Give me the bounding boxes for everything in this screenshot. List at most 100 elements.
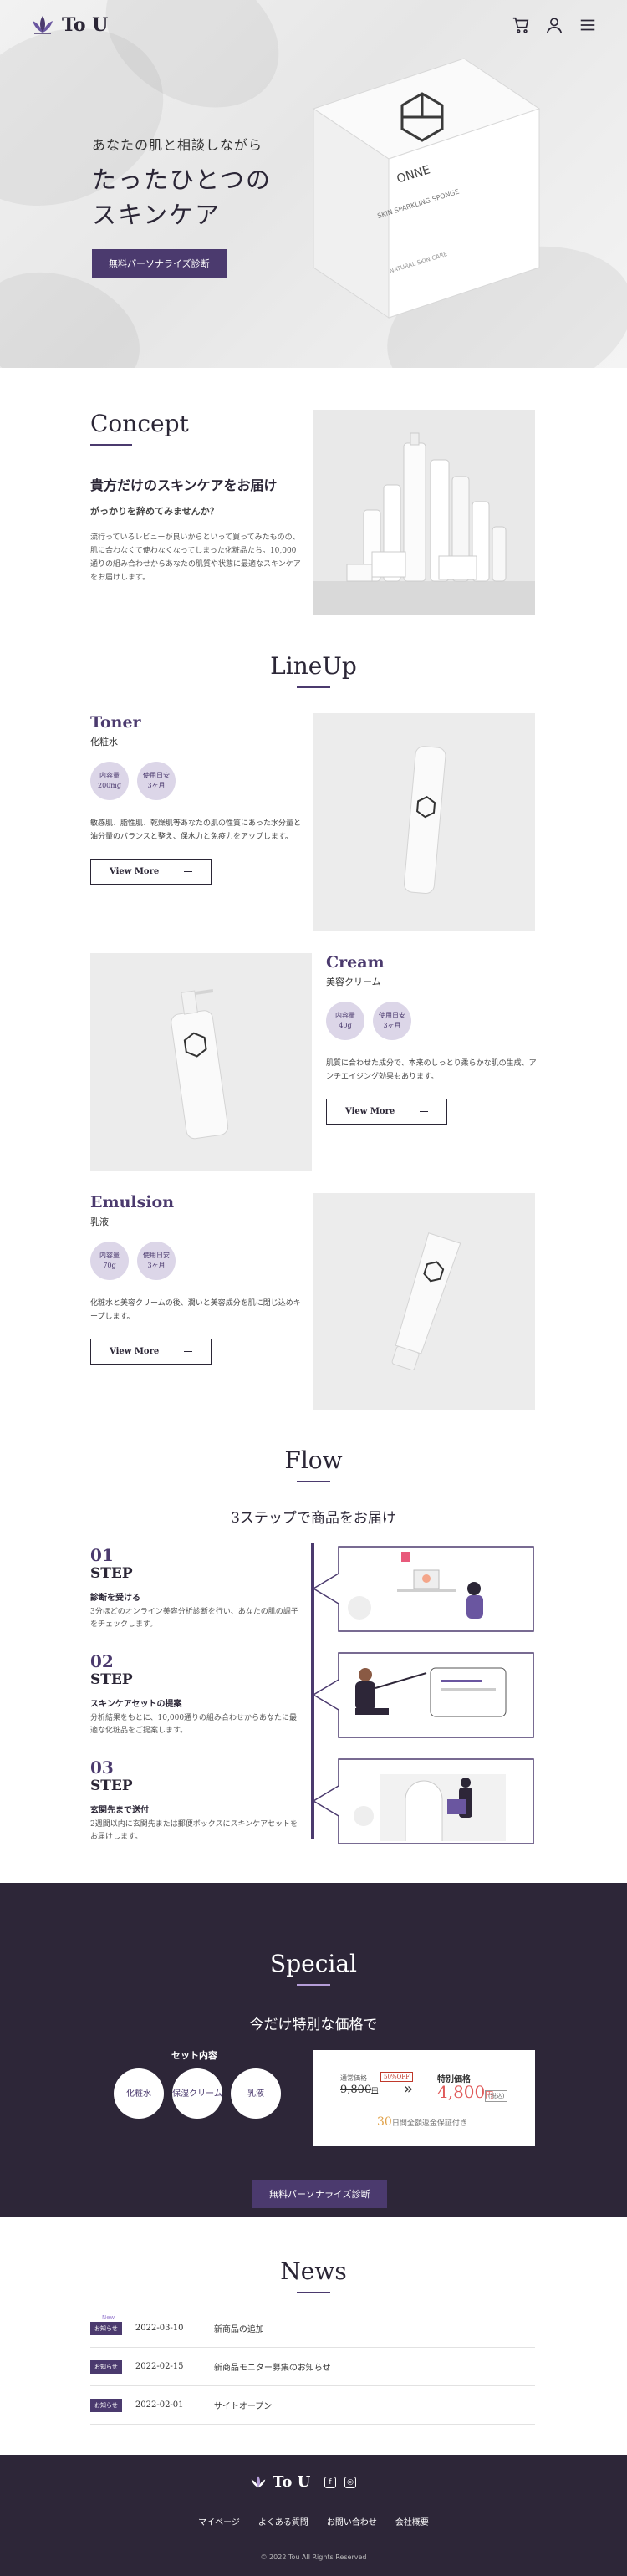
- concept-subheading: がっかりを辞めてみませんか？: [90, 506, 219, 517]
- product-description: 敏感肌、脂性肌、乾燥肌等あなたの肌の性質にあった水分量と油分量のバランスと整え、…: [90, 819, 302, 841]
- price-box: 通常価格 9,800円 50%OFF » 特別価格 4,800円 (税込) 30…: [314, 2050, 535, 2146]
- emulsion-view-more-button[interactable]: View More: [90, 1339, 212, 1365]
- news-date: 2022-02-15: [135, 2362, 184, 2371]
- lineup-header: LineUp: [0, 652, 627, 688]
- product-name: Cream: [326, 953, 385, 972]
- product-text: Cream 美容クリーム 内容量 40g 使用日安 3ヶ月 肌質に合わせた成分で、本…: [326, 953, 543, 1125]
- news-text: サイトオープン: [213, 2402, 273, 2411]
- step-heading: スキンケアセットの提案: [90, 1700, 182, 1709]
- emulsion-product-image: [314, 1193, 535, 1410]
- special-subtitle: 今だけ特別な価格で: [249, 2017, 378, 2033]
- step-2-illustration: [314, 1652, 534, 1738]
- product-badges: 内容量 200mg 使用日安 3ヶ月: [90, 762, 308, 800]
- arrow-icon: [420, 1111, 428, 1112]
- news-list: New お知らせ 2022-03-10 新商品の追加 お知らせ 2022-02-…: [90, 2309, 535, 2425]
- lotus-logo-icon: [33, 16, 53, 34]
- concept-underline: [90, 444, 132, 446]
- product-description: 肌質に合わせた成分で、本来のしっとり柔らかな肌の生成、アンチエイジング効果もあり…: [326, 1059, 537, 1081]
- step-body: 分析結果をもとに、10,000通りの組み合わせからあなたに最適な化粧品をご提案し…: [90, 1714, 298, 1735]
- usage-period-badge: 使用日安 3ヶ月: [373, 1002, 411, 1040]
- footer-link-company[interactable]: 会社概要: [395, 2515, 429, 2528]
- product-text: Toner 化粧水 内容量 200mg 使用日安 3ヶ月 敏感肌、脂性肌、乾燥肌等あ…: [90, 713, 308, 885]
- step-number: 03: [90, 1757, 114, 1778]
- footer-social: f ◎: [324, 2477, 356, 2488]
- logo[interactable]: To U: [30, 14, 108, 36]
- step-body: 3分ほどのオンライン美容分析診断を行い、あなたの肌の調子をチェックします。: [90, 1608, 298, 1629]
- news-date: 2022-03-10: [135, 2324, 184, 2333]
- footer-nav: マイページ よくある質問 お問い合わせ 会社概要: [0, 2515, 627, 2528]
- toner-product-image: [314, 713, 535, 931]
- new-label: New: [102, 2314, 115, 2321]
- news-underline: [297, 2292, 330, 2293]
- cream-product-image: [90, 953, 312, 1171]
- hero-title-line1: たったひとつの: [92, 166, 272, 194]
- capacity-badge: 内容量 200mg: [90, 762, 129, 800]
- news-item[interactable]: お知らせ 2022-02-15 新商品モニター募集のお知らせ: [90, 2348, 535, 2386]
- step-heading: 玄関先まで送付: [90, 1806, 149, 1815]
- usage-period-badge: 使用日安 3ヶ月: [137, 762, 176, 800]
- copyright: © 2022 Tou All Rights Reserved: [260, 2553, 367, 2561]
- set-item-toner: 化粧水: [114, 2068, 164, 2119]
- flow-step-1: 01 STEP 診断を受ける 3分ほどのオンライン美容分析診断を行い、あなたの肌…: [90, 1545, 299, 1631]
- arrow-icon: [184, 1351, 192, 1352]
- footer-link-contact[interactable]: お問い合わせ: [327, 2515, 377, 2528]
- product-badges: 内容量 40g 使用日安 3ヶ月: [326, 1002, 543, 1040]
- guarantee: 30日間全額返金保証付き: [377, 2115, 467, 2129]
- page: ONNE SKIN SPARKLING SPONGE NATURAL SKIN …: [0, 0, 627, 2576]
- step-3-illustration: [314, 1758, 534, 1844]
- cream-view-more-button[interactable]: View More: [326, 1099, 447, 1125]
- concept-body: 流行っているレビューが良いからといって買ってみたものの、肌に合わなくて使わなくな…: [90, 533, 301, 582]
- hero-diagnosis-button[interactable]: 無料パーソナライズ診断: [92, 249, 227, 278]
- instagram-icon[interactable]: ◎: [344, 2477, 356, 2488]
- regular-price: 9,800円: [340, 2084, 379, 2096]
- usage-period-badge: 使用日安 3ヶ月: [137, 1242, 176, 1280]
- hero-subtitle: あなたの肌と相談しながら: [92, 137, 263, 153]
- header-icons: [512, 16, 597, 34]
- product-box-image: ONNE SKIN SPARKLING SPONGE NATURAL SKIN …: [312, 58, 541, 319]
- step-body: 2週間以内に玄関先または郵便ボックスにスキンケアセットをお届けします。: [90, 1820, 298, 1841]
- product-badges: 内容量 70g 使用日安 3ヶ月: [90, 1242, 308, 1280]
- toner-view-more-button[interactable]: View More: [90, 859, 212, 885]
- concept-text: Concept 貴方だけのスキンケアをお届け がっかりを辞めてみませんか？ 流行…: [90, 410, 303, 584]
- regular-price-label: 通常価格: [340, 2074, 367, 2082]
- lineup-title: LineUp: [270, 652, 357, 680]
- footer-link-faq[interactable]: よくある質問: [258, 2515, 308, 2528]
- product-jp-name: 美容クリーム: [326, 977, 381, 987]
- news-item[interactable]: New お知らせ 2022-03-10 新商品の追加: [90, 2309, 535, 2348]
- product-name: Toner: [90, 713, 141, 732]
- product-description: 化粧水と美容クリームの後、潤いと美容成分を肌に閉じ込めキープします。: [90, 1299, 301, 1321]
- step-heading: 診断を受ける: [90, 1594, 140, 1603]
- cart-icon[interactable]: [512, 16, 530, 34]
- capacity-badge: 内容量 40g: [326, 1002, 364, 1040]
- product-jp-name: 化粧水: [90, 737, 118, 747]
- arrow-icon: [184, 871, 192, 872]
- news-date: 2022-02-01: [135, 2400, 184, 2410]
- lineup-underline: [297, 686, 330, 688]
- menu-icon[interactable]: [579, 16, 597, 34]
- set-contents-title: セット内容: [171, 2050, 217, 2061]
- footer: To U f ◎ マイページ よくある質問 お問い合わせ 会社概要 © 2022…: [0, 2455, 627, 2576]
- hero-copy: あなたの肌と相談しながら たったひとつの スキンケア 無料パーソナライズ診断: [92, 134, 272, 278]
- user-icon[interactable]: [545, 16, 563, 34]
- facebook-icon[interactable]: f: [324, 2477, 336, 2488]
- news-text: 新商品の追加: [213, 2325, 264, 2334]
- special-section: Special 今だけ特別な価格で セット内容 化粧水 保湿クリーム 乳液 通常…: [0, 1883, 627, 2217]
- header: To U: [0, 0, 627, 50]
- special-diagnosis-button[interactable]: 無料パーソナライズ診断: [252, 2180, 387, 2208]
- special-underline: [297, 1984, 330, 1986]
- step-number: 02: [90, 1651, 114, 1671]
- hero-title: たったひとつの スキンケア: [92, 162, 272, 232]
- flow-underline: [297, 1481, 330, 1482]
- flow-header: Flow 3ステップで商品をお届け: [0, 1446, 627, 1527]
- footer-link-mypage[interactable]: マイページ: [198, 2515, 240, 2528]
- set-item-emulsion: 乳液: [231, 2068, 281, 2119]
- footer-logo[interactable]: To U: [249, 2473, 310, 2491]
- logo-text: To U: [62, 14, 109, 36]
- lotus-logo-icon: [251, 2475, 266, 2487]
- step-word: STEP: [90, 1565, 133, 1582]
- news-title: News: [280, 2257, 347, 2285]
- news-item[interactable]: お知らせ 2022-02-01 サイトオープン: [90, 2386, 535, 2425]
- concept-section: Concept 貴方だけのスキンケアをお届け がっかりを辞めてみませんか？ 流行…: [0, 410, 627, 619]
- tax-label: (税込): [485, 2090, 508, 2102]
- step-1-illustration: [314, 1546, 534, 1632]
